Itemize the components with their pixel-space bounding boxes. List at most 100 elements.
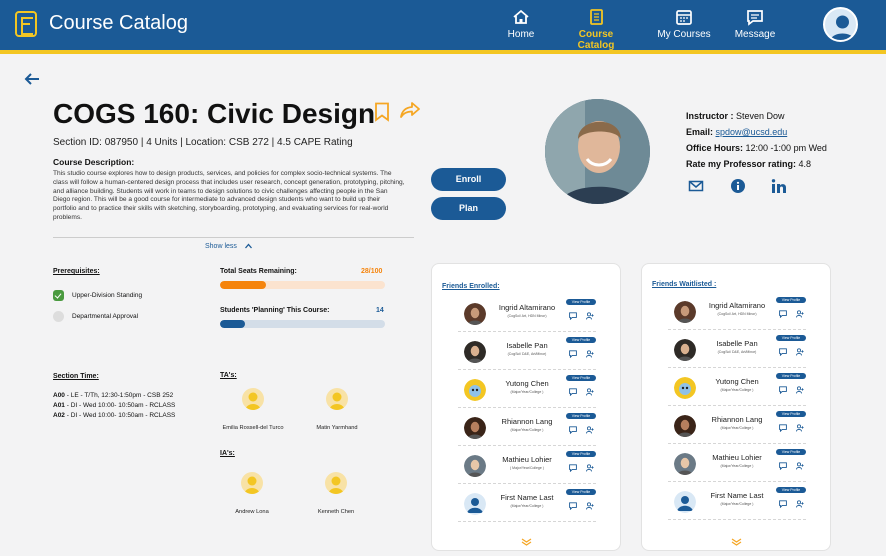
instructor-email-row: Email: spdow@ucsd.edu <box>686 127 787 137</box>
friend-avatar[interactable] <box>464 417 486 439</box>
friend-avatar[interactable] <box>464 303 486 325</box>
view-profile-button[interactable]: View Profile <box>566 337 596 343</box>
view-profile-button[interactable]: View Profile <box>776 297 806 303</box>
friend-avatar[interactable] <box>464 341 486 363</box>
add-friend-icon[interactable] <box>796 462 804 470</box>
friend-row: Ingrid Altamirano (CogSci/ Art, HDN Minor… <box>642 292 832 330</box>
linkedin-icon[interactable] <box>771 178 787 194</box>
message-icon[interactable] <box>779 462 787 470</box>
ta-person[interactable]: Emilia Rossell-del Turco <box>208 388 298 434</box>
message-icon[interactable] <box>569 502 577 510</box>
planning-progress-bar <box>220 320 385 328</box>
add-friend-icon[interactable] <box>796 310 804 318</box>
ia-person[interactable]: Andrew Lona <box>207 472 297 518</box>
friend-major: (CogSci/ D&E, Art/Minor) <box>507 352 547 356</box>
add-friend-icon[interactable] <box>586 464 594 472</box>
friend-row: Rhiannon Lang (Major/Year/College ) View P… <box>642 406 832 444</box>
add-friend-icon[interactable] <box>586 388 594 396</box>
message-icon[interactable] <box>569 426 577 434</box>
friend-avatar[interactable] <box>674 453 696 475</box>
show-less-link[interactable]: Show less <box>205 243 237 250</box>
ia-name: Kenneth Chen <box>317 509 355 515</box>
friend-name: Mathieu Lohier <box>502 455 552 464</box>
add-friend-icon[interactable] <box>586 502 594 510</box>
friend-major: (Major/Year/College ) <box>510 504 544 508</box>
view-profile-button[interactable]: View Profile <box>776 373 806 379</box>
message-icon[interactable] <box>569 350 577 358</box>
friend-avatar[interactable] <box>464 455 486 477</box>
seats-progress-fill <box>220 281 267 289</box>
friend-avatar[interactable] <box>674 339 696 361</box>
view-profile-button[interactable]: View Profile <box>776 335 806 341</box>
friend-name: Rhiannon Lang <box>711 415 763 424</box>
add-friend-icon[interactable] <box>796 386 804 394</box>
message-icon[interactable] <box>779 348 787 356</box>
chevron-up-icon[interactable] <box>245 243 252 249</box>
add-friend-icon[interactable] <box>796 500 804 508</box>
view-profile-button[interactable]: View Profile <box>566 489 596 495</box>
person-avatar-icon <box>241 472 263 494</box>
message-icon[interactable] <box>779 424 787 432</box>
message-icon[interactable] <box>569 388 577 396</box>
message-icon <box>747 10 763 26</box>
friend-avatar[interactable] <box>674 415 696 437</box>
friend-avatar[interactable] <box>674 301 696 323</box>
message-icon[interactable] <box>779 500 787 508</box>
info-icon[interactable] <box>730 178 746 194</box>
enroll-button[interactable]: Enroll <box>431 168 506 191</box>
section-row: A01 - DI - Wed 10:00- 10:50am - RCLASS <box>53 402 175 409</box>
friend-name: Isabelle Pan <box>716 339 758 348</box>
friend-avatar[interactable] <box>464 379 486 401</box>
instructor-name: Steven Dow <box>736 111 785 121</box>
app-logo-icon[interactable] <box>15 11 37 37</box>
view-profile-button[interactable]: View Profile <box>566 413 596 419</box>
message-icon[interactable] <box>779 386 787 394</box>
nav-my-courses[interactable]: My Courses <box>657 8 711 50</box>
mail-icon[interactable] <box>688 178 704 194</box>
friend-row: Mathieu Lohier ( Major/Year/College ) View… <box>432 446 622 484</box>
office-hours-label: Office Hours: <box>686 143 744 153</box>
ta-person[interactable]: Matin Yarmhand <box>292 388 382 434</box>
message-icon[interactable] <box>779 310 787 318</box>
plan-button[interactable]: Plan <box>431 197 506 220</box>
share-icon[interactable] <box>400 101 420 119</box>
friend-avatar[interactable] <box>464 493 486 515</box>
person-avatar-icon <box>325 472 347 494</box>
add-friend-icon[interactable] <box>586 426 594 434</box>
user-avatar[interactable] <box>823 7 858 42</box>
friend-major: (Major/Year/College ) <box>720 426 754 430</box>
ia-person[interactable]: Kenneth Chen <box>291 472 381 518</box>
nav-message[interactable]: Message <box>734 8 776 50</box>
friend-row: Isabelle Pan (CogSci/ D&E, Art/Minor) View… <box>432 332 622 370</box>
nav-home[interactable]: Home <box>505 8 537 50</box>
view-profile-button[interactable]: View Profile <box>776 411 806 417</box>
instructor-email-link[interactable]: spdow@ucsd.edu <box>716 127 788 137</box>
seats-remaining-label: Total Seats Remaining: <box>220 268 297 275</box>
friend-avatar[interactable] <box>674 491 696 513</box>
chevron-down-icon[interactable] <box>731 538 742 546</box>
view-profile-button[interactable]: View Profile <box>776 449 806 455</box>
nav-course-catalog[interactable]: Course Catalog <box>561 8 631 53</box>
view-profile-button[interactable]: View Profile <box>566 299 596 305</box>
message-icon[interactable] <box>569 312 577 320</box>
bookmark-icon[interactable] <box>374 102 390 122</box>
back-arrow-icon[interactable] <box>23 70 41 88</box>
friend-name: Isabelle Pan <box>506 341 548 350</box>
top-nav-bar: Course Catalog Home Course Catalog My Co… <box>0 0 886 53</box>
add-friend-icon[interactable] <box>796 348 804 356</box>
checkmark-icon <box>53 290 64 301</box>
chevron-down-icon[interactable] <box>521 538 532 546</box>
view-profile-button[interactable]: View Profile <box>566 375 596 381</box>
friend-row: Ingrid Altamirano (CogSci/ Art, HDN Minor… <box>432 294 622 332</box>
add-friend-icon[interactable] <box>586 350 594 358</box>
add-friend-icon[interactable] <box>796 424 804 432</box>
section-code: A02 <box>53 412 65 419</box>
book-icon <box>590 9 603 25</box>
view-profile-button[interactable]: View Profile <box>776 487 806 493</box>
friend-name: Ingrid Altamirano <box>708 301 766 310</box>
add-friend-icon[interactable] <box>586 312 594 320</box>
view-profile-button[interactable]: View Profile <box>566 451 596 457</box>
message-icon[interactable] <box>569 464 577 472</box>
friend-name: First Name Last <box>500 493 554 502</box>
friend-avatar[interactable] <box>674 377 696 399</box>
